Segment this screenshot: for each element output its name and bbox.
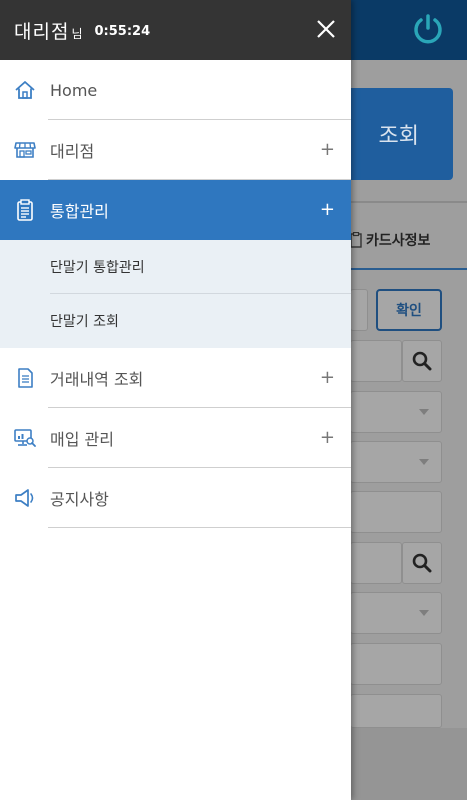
menu-item-home[interactable]: Home — [0, 60, 351, 120]
menu-item-integrated-management[interactable]: 통합관리 + — [0, 180, 351, 240]
expand-icon[interactable]: + — [320, 140, 335, 160]
store-icon — [14, 139, 36, 161]
confirm-button[interactable]: 확인 — [376, 289, 442, 331]
select-dropdown[interactable] — [350, 391, 442, 433]
menu-label: 통합관리 — [50, 202, 109, 221]
text-field[interactable] — [350, 491, 442, 533]
home-icon — [14, 79, 36, 101]
honorific: 님 — [71, 26, 83, 41]
card-doc-icon — [350, 232, 362, 248]
megaphone-icon — [14, 487, 36, 509]
search-icon — [412, 351, 432, 371]
text-field[interactable] — [350, 542, 402, 584]
submenu-integrated-management: 단말기 통합관리 단말기 조회 — [0, 240, 351, 348]
navigation-drawer: 대리점 님 0:55:24 Home 대리점 + 통합관리 + 단말기 통합관리… — [0, 0, 351, 800]
chevron-down-icon — [419, 459, 429, 465]
text-field[interactable] — [350, 340, 402, 382]
search-button[interactable] — [402, 542, 442, 584]
expand-icon[interactable]: + — [320, 428, 335, 448]
divider — [48, 527, 351, 528]
tab-label: 카드사정보 — [366, 233, 431, 249]
search-icon — [412, 553, 432, 573]
menu-label: Home — [50, 80, 98, 100]
menu-label: 대리점 — [50, 142, 95, 161]
menu-label: 매입 관리 — [50, 430, 114, 449]
monitor-search-icon — [14, 427, 36, 449]
session-timer: 0:55:24 — [94, 23, 151, 39]
search-button[interactable] — [402, 340, 442, 382]
divider — [350, 201, 467, 203]
submenu-item-terminal-integrated[interactable]: 단말기 통합관리 — [0, 240, 351, 294]
bottom-bar — [350, 728, 467, 800]
submenu-item-terminal-query[interactable]: 단말기 조회 — [0, 294, 351, 348]
agency-name: 대리점 — [14, 20, 70, 43]
text-field[interactable] — [350, 289, 368, 331]
menu-item-agency[interactable]: 대리점 + — [0, 120, 351, 180]
document-icon — [14, 367, 36, 389]
text-field[interactable] — [350, 694, 442, 728]
menu-item-notice[interactable]: 공지사항 — [0, 468, 351, 528]
menu-item-transaction-history[interactable]: 거래내역 조회 + — [0, 348, 351, 408]
menu-item-purchase-management[interactable]: 매입 관리 + — [0, 408, 351, 468]
expand-icon[interactable]: + — [320, 368, 335, 388]
select-dropdown[interactable] — [350, 592, 442, 634]
select-dropdown[interactable] — [350, 441, 442, 483]
close-icon[interactable] — [315, 18, 337, 40]
expand-icon[interactable]: + — [320, 200, 335, 220]
menu-label: 공지사항 — [50, 490, 109, 509]
chevron-down-icon — [419, 610, 429, 616]
terminal-icon — [14, 199, 36, 221]
drawer-header: 대리점 님 0:55:24 — [0, 0, 351, 60]
menu-label: 거래내역 조회 — [50, 370, 144, 389]
tab-underline — [350, 268, 467, 270]
chevron-down-icon — [419, 409, 429, 415]
text-field[interactable] — [350, 643, 442, 685]
submenu-label: 단말기 통합관리 — [50, 260, 145, 276]
tab-card-company-info[interactable]: 카드사정보 — [350, 230, 430, 250]
power-icon[interactable] — [411, 12, 445, 46]
submenu-label: 단말기 조회 — [50, 314, 119, 330]
